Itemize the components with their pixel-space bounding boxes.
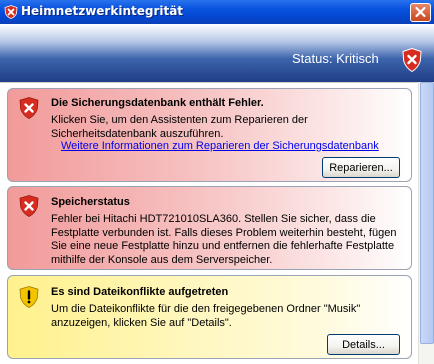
alert-text-line: Fehler bei Hitachi HDT721010SLA360. Stel… [51, 213, 376, 225]
alert-title: Die Sicherungsdatenbank enthält Fehler. [51, 97, 264, 109]
title-bar[interactable]: Heimnetzwerkintegrität [0, 0, 434, 24]
window: Heimnetzwerkintegrität Status: Kritisch … [0, 0, 434, 364]
error-shield-icon [4, 5, 18, 19]
alert-text-line: Sicherheitsdatenbank auszuführen. [51, 127, 224, 140]
alert-card-file-conflicts: Es sind Dateikonflikte aufgetreten Um di… [7, 275, 412, 359]
alert-text-line: anzuzeigen, klicken Sie auf "Details". [51, 316, 232, 329]
error-shield-icon [19, 195, 39, 217]
alerts-list: Die Sicherungsdatenbank enthält Fehler. … [0, 82, 434, 364]
alert-text-line: Sie eine neue Festplatte hinzu und entfe… [51, 240, 395, 252]
alert-description: Klicken Sie, um den Assistenten zum Repa… [51, 114, 403, 141]
alert-description: Um die Dateikonflikte für die den freige… [51, 303, 403, 330]
window-title: Heimnetzwerkintegrität [21, 4, 184, 18]
scrollbar[interactable] [418, 82, 434, 364]
warning-shield-icon [19, 286, 39, 308]
more-info-link[interactable]: Weitere Informationen zum Reparieren der… [61, 140, 379, 152]
error-shield-icon [402, 48, 422, 72]
alert-card-database: Die Sicherungsdatenbank enthält Fehler. … [7, 88, 412, 182]
alert-text-line: mithilfe der Konsole aus dem Serverspeic… [51, 253, 273, 266]
alert-title: Es sind Dateikonflikte aufgetreten [51, 286, 229, 298]
alert-text-line: Um die Dateikonflikte für die den freige… [51, 303, 361, 315]
alert-text-line: Klicken Sie, um den Assistenten zum Repa… [51, 114, 308, 126]
error-shield-icon [19, 97, 39, 119]
status-header: Status: Kritisch [0, 24, 434, 82]
alert-description: Fehler bei Hitachi HDT721010SLA360. Stel… [51, 213, 403, 267]
repair-button[interactable]: Reparieren... [322, 157, 400, 178]
alert-card-storage: Speicherstatus Fehler bei Hitachi HDT721… [7, 186, 412, 270]
alert-text-line: Festplatte verbunden ist. Falls dieses P… [51, 226, 397, 239]
close-button[interactable] [410, 3, 431, 22]
close-icon [415, 6, 426, 18]
alert-title: Speicherstatus [51, 196, 130, 208]
status-text: Status: Kritisch [292, 51, 379, 66]
scrollbar-thumb[interactable] [420, 82, 434, 344]
details-button[interactable]: Details... [327, 334, 400, 355]
